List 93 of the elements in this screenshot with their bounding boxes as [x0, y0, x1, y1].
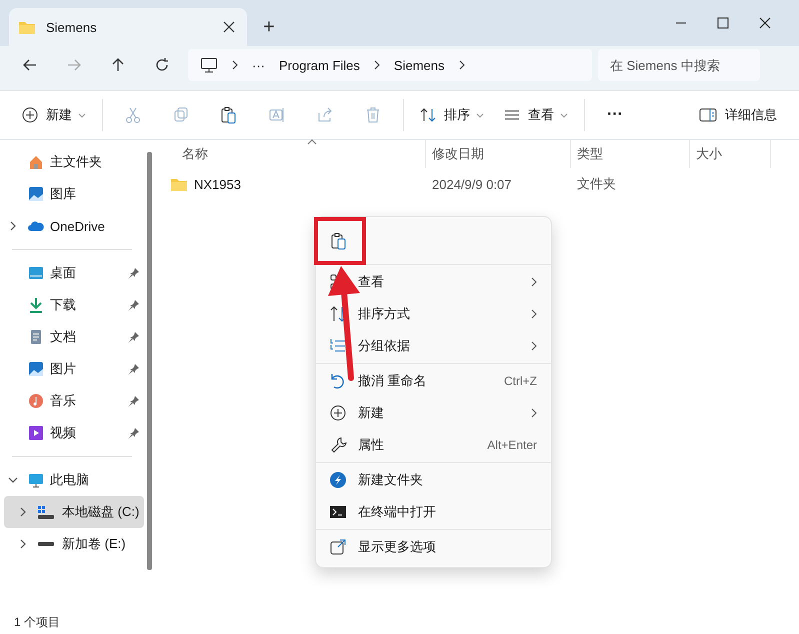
window-tab[interactable]: Siemens [9, 8, 247, 46]
chevron-icon[interactable] [232, 60, 238, 70]
more-button[interactable]: ··· [591, 100, 639, 130]
chevron-icon[interactable] [374, 60, 380, 70]
sort-button[interactable]: 排序 [410, 100, 494, 130]
desktop-icon [28, 265, 44, 281]
monitor-icon [200, 57, 218, 73]
terminal-icon [329, 503, 347, 521]
lines-icon [504, 109, 520, 121]
paste-icon[interactable] [220, 106, 238, 124]
breadcrumb[interactable]: Program Files [279, 58, 360, 72]
wrench-icon [329, 436, 347, 454]
details-button[interactable]: 详细信息 [689, 100, 787, 130]
chevron-icon[interactable] [8, 475, 18, 485]
item-count: 1 个项目 [14, 614, 60, 630]
sidebar-item[interactable]: 图片 [4, 353, 144, 385]
up-icon[interactable] [110, 57, 126, 73]
new-tab-button[interactable]: + [247, 8, 291, 46]
refresh-icon[interactable] [154, 57, 170, 73]
menu-item[interactable]: 分组依据 [316, 330, 551, 362]
shortcut-label: Ctrl+Z [504, 374, 537, 388]
paste-icon[interactable] [330, 232, 348, 250]
menu-item[interactable]: 排序方式 [316, 298, 551, 330]
column-header[interactable]: 修改日期 [426, 140, 571, 168]
menu-item[interactable]: 撤消 重命名 Ctrl+Z [316, 365, 551, 397]
scrollbar[interactable] [147, 152, 152, 570]
highlight-box [314, 217, 366, 265]
dropdown-icon [560, 112, 568, 118]
external-icon [329, 538, 347, 556]
file-name[interactable]: NX1953 [194, 176, 241, 192]
sort-icon [420, 107, 436, 123]
document-icon [28, 329, 44, 345]
drive-icon [38, 506, 54, 518]
chevron-icon[interactable] [18, 539, 28, 549]
sidebar-item[interactable]: OneDrive [4, 210, 144, 242]
sidebar-item[interactable]: 文档 [4, 321, 144, 353]
plus-icon [22, 107, 38, 123]
breadcrumb[interactable]: Siemens [394, 58, 444, 72]
sidebar-item[interactable]: 视频 [4, 417, 144, 449]
chevron-icon[interactable] [8, 221, 18, 231]
details-pane-icon [699, 108, 717, 122]
monitor-icon [28, 472, 44, 488]
table-cell: 文件夹 [577, 175, 616, 193]
shortcut-label: Alt+Enter [487, 438, 537, 452]
home-icon [28, 154, 44, 170]
dropdown-icon [78, 112, 86, 118]
column-header[interactable]: 大小 [690, 140, 771, 168]
sidebar-item[interactable]: 下载 [4, 289, 144, 321]
new-button[interactable]: 新建 [12, 100, 96, 130]
close-icon[interactable] [223, 21, 235, 33]
sort-caret-icon [307, 139, 317, 145]
sidebar-item[interactable]: 此电脑 [4, 464, 144, 496]
sidebar-item[interactable]: 图库 [4, 178, 144, 210]
pin-icon[interactable] [128, 363, 140, 375]
chevron-icon[interactable] [458, 60, 464, 70]
view-button[interactable]: 查看 [494, 100, 578, 130]
drive-icon [38, 542, 54, 546]
column-header[interactable]: 名称 [164, 140, 426, 168]
tab-title: Siemens [46, 20, 98, 34]
sidebar-item[interactable]: 音乐 [4, 385, 144, 417]
column-header[interactable]: 类型 [571, 140, 690, 168]
plus-icon [329, 404, 347, 422]
menu-item[interactable]: 新建 [316, 397, 551, 429]
menu-item[interactable]: 在终端中打开 [316, 496, 551, 528]
folder-icon [18, 19, 36, 35]
sidebar-item[interactable]: 桌面 [4, 257, 144, 289]
pin-icon[interactable] [128, 427, 140, 439]
pin-icon[interactable] [128, 299, 140, 311]
undo-icon [329, 372, 347, 390]
dropdown-icon [476, 112, 484, 118]
folder-icon [170, 176, 188, 192]
back-icon[interactable] [22, 57, 38, 73]
video-icon [28, 425, 44, 441]
pin-icon[interactable] [128, 267, 140, 279]
sidebar-item[interactable]: 新加卷 (E:) [4, 528, 144, 560]
music-icon [28, 393, 44, 409]
close-icon[interactable] [759, 17, 771, 29]
chevron-icon[interactable] [18, 507, 28, 517]
download-icon [28, 297, 44, 313]
picture-icon [28, 186, 44, 202]
menu-item[interactable]: 新建文件夹 [316, 464, 551, 496]
pin-icon[interactable] [128, 395, 140, 407]
sidebar-item[interactable]: 主文件夹 [4, 146, 144, 178]
search-field[interactable]: 在 Siemens 中搜索 [598, 49, 760, 81]
pin-icon[interactable] [128, 331, 140, 343]
address-bar[interactable]: ··· Program Files Siemens [188, 49, 592, 81]
menu-item[interactable]: 属性 Alt+Enter [316, 429, 551, 461]
sidebar-item[interactable]: 本地磁盘 (C:) [4, 496, 144, 528]
picture-icon [28, 361, 44, 377]
table-cell: 2024/9/9 0:07 [432, 176, 512, 192]
maximize-icon[interactable] [717, 17, 729, 29]
menu-item[interactable]: 显示更多选项 [316, 531, 551, 563]
breadcrumb-overflow[interactable]: ··· [252, 58, 265, 72]
